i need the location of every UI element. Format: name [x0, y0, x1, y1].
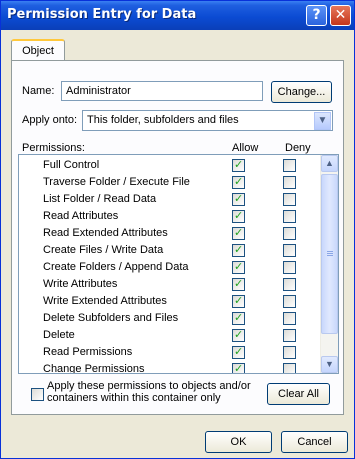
deny-checkbox[interactable]	[283, 329, 296, 342]
ok-button[interactable]: OK	[205, 431, 272, 453]
deny-checkbox[interactable]	[283, 346, 296, 359]
tab-object[interactable]: Object	[11, 39, 65, 61]
apply-containers-label-line1: Apply these permissions to objects and/o…	[47, 380, 251, 392]
permission-name: Write Extended Attributes	[43, 295, 167, 307]
permissions-list: Full Control ✓ Traverse Folder / Execute F…	[18, 154, 339, 374]
checkmark-icon: ✓	[234, 311, 244, 324]
permission-name: Delete Subfolders and Files	[43, 312, 179, 324]
permission-row: Full Control ✓	[19, 157, 321, 174]
permission-row: Read Permissions ✓	[19, 344, 321, 361]
permissions-header-label: Permissions:	[22, 142, 85, 154]
deny-checkbox[interactable]	[283, 210, 296, 223]
allow-checkbox[interactable]: ✓	[232, 260, 245, 274]
permission-name: Change Permissions	[43, 363, 145, 374]
cancel-button[interactable]: Cancel	[281, 431, 348, 453]
apply-onto-label: Apply onto:	[22, 114, 78, 126]
title-bar[interactable]: Permission Entry for Data ? ✕	[1, 1, 354, 30]
permission-row: Change Permissions ✓	[19, 361, 321, 374]
permission-name: Create Files / Write Data	[43, 244, 164, 256]
permission-entry-dialog: Permission Entry for Data ? ✕ Object Nam…	[0, 0, 355, 459]
permission-row: Read Attributes ✓	[19, 208, 321, 225]
apply-onto-value: This folder, subfolders and files	[87, 114, 239, 126]
apply-containers-checkbox[interactable]	[31, 388, 44, 401]
checkmark-icon: ✓	[234, 175, 244, 188]
permission-row: List Folder / Read Data ✓	[19, 191, 321, 208]
checkmark-icon: ✓	[234, 226, 244, 239]
deny-checkbox[interactable]	[283, 176, 296, 189]
permission-name: Traverse Folder / Execute File	[43, 176, 190, 188]
allow-checkbox[interactable]: ✓	[232, 226, 245, 240]
name-field[interactable]: Administrator	[61, 81, 263, 101]
checkmark-icon: ✓	[234, 192, 244, 205]
permission-name: List Folder / Read Data	[43, 193, 157, 205]
permission-row: Create Files / Write Data ✓	[19, 242, 321, 259]
help-icon: ?	[312, 7, 321, 23]
permission-row: Write Attributes ✓	[19, 276, 321, 293]
allow-checkbox[interactable]: ✓	[232, 345, 245, 359]
permission-row: Write Extended Attributes ✓	[19, 293, 321, 310]
apply-containers-label-line2: containers within this container only	[47, 392, 221, 404]
permission-name: Read Attributes	[43, 210, 119, 222]
clear-all-button[interactable]: Clear All	[267, 383, 330, 405]
deny-checkbox[interactable]	[283, 159, 296, 172]
permission-name: Full Control	[43, 159, 100, 171]
checkmark-icon: ✓	[234, 362, 244, 374]
checkmark-icon: ✓	[234, 328, 244, 341]
deny-checkbox[interactable]	[283, 363, 296, 373]
allow-checkbox[interactable]: ✓	[232, 277, 245, 291]
deny-checkbox[interactable]	[283, 295, 296, 308]
permission-name: Delete	[43, 329, 75, 341]
permission-row: Read Extended Attributes ✓	[19, 225, 321, 242]
list-scrollbar[interactable]: ▲ ▼	[320, 155, 338, 373]
scroll-grip	[327, 251, 333, 252]
allow-checkbox[interactable]: ✓	[232, 328, 245, 342]
allow-checkbox[interactable]: ✓	[232, 209, 245, 223]
allow-checkbox[interactable]: ✓	[232, 192, 245, 206]
checkmark-icon: ✓	[234, 277, 244, 290]
scroll-thumb[interactable]	[321, 174, 338, 334]
allow-checkbox[interactable]: ✓	[232, 175, 245, 189]
name-label: Name:	[22, 85, 55, 97]
allow-checkbox[interactable]: ✓	[232, 243, 245, 257]
scroll-down-icon[interactable]: ▼	[321, 356, 338, 373]
checkmark-icon: ✓	[234, 209, 244, 222]
deny-column-header: Deny	[285, 142, 311, 154]
change-button[interactable]: Change...	[271, 81, 332, 103]
permission-row: Create Folders / Append Data ✓	[19, 259, 321, 276]
permission-name: Create Folders / Append Data	[43, 261, 189, 273]
scroll-grip	[327, 255, 333, 256]
checkmark-icon: ✓	[234, 294, 244, 307]
close-button[interactable]: ✕	[330, 5, 351, 26]
apply-onto-select[interactable]: This folder, subfolders and files ▼	[82, 110, 333, 131]
allow-checkbox[interactable]: ✓	[232, 311, 245, 325]
allow-checkbox[interactable]: ✓	[232, 362, 245, 374]
deny-checkbox[interactable]	[283, 261, 296, 274]
help-button[interactable]: ?	[306, 5, 327, 26]
checkmark-icon: ✓	[234, 260, 244, 273]
permission-row: Delete ✓	[19, 327, 321, 344]
scroll-grip	[327, 253, 333, 254]
checkmark-icon: ✓	[234, 345, 244, 358]
checkmark-icon: ✓	[234, 158, 244, 171]
scroll-up-icon[interactable]: ▲	[321, 155, 338, 172]
window-title: Permission Entry for Data	[7, 7, 197, 22]
deny-checkbox[interactable]	[283, 244, 296, 257]
deny-checkbox[interactable]	[283, 193, 296, 206]
permission-name: Write Attributes	[43, 278, 118, 290]
checkmark-icon: ✓	[234, 243, 244, 256]
allow-checkbox[interactable]: ✓	[232, 158, 245, 172]
deny-checkbox[interactable]	[283, 312, 296, 325]
permission-row: Delete Subfolders and Files ✓	[19, 310, 321, 327]
deny-checkbox[interactable]	[283, 227, 296, 240]
permission-name: Read Extended Attributes	[43, 227, 168, 239]
allow-column-header: Allow	[232, 142, 259, 154]
chevron-down-icon[interactable]: ▼	[314, 112, 331, 130]
permission-name: Read Permissions	[43, 346, 133, 358]
deny-checkbox[interactable]	[283, 278, 296, 291]
permission-row: Traverse Folder / Execute File ✓	[19, 174, 321, 191]
allow-checkbox[interactable]: ✓	[232, 294, 245, 308]
close-icon: ✕	[334, 7, 347, 23]
